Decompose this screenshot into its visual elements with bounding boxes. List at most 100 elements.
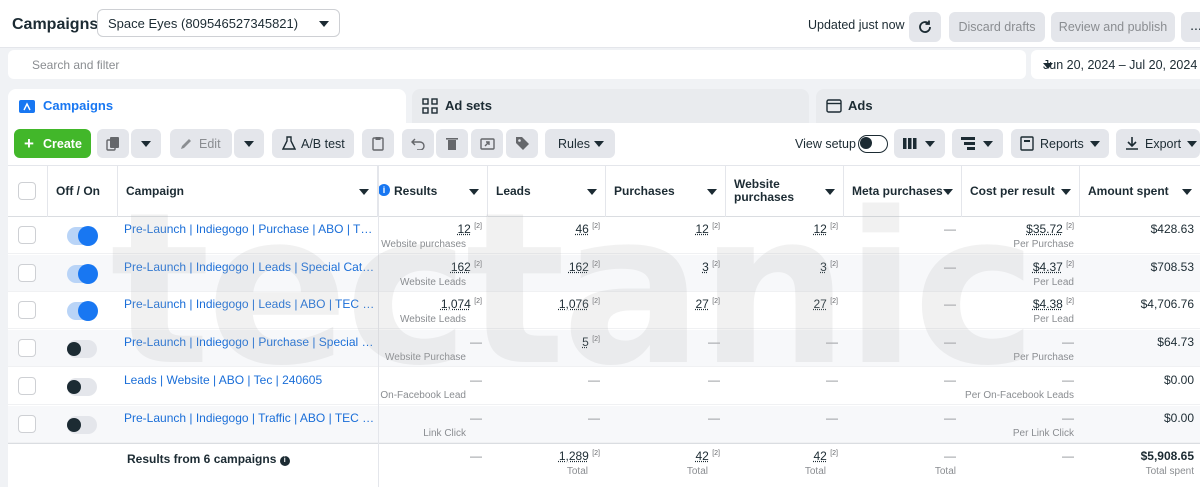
col-amount-spent[interactable]: Amount spent (1080, 166, 1200, 217)
create-button[interactable]: + Create (14, 129, 91, 158)
ab-test-button[interactable]: A/B test (272, 129, 354, 158)
date-range-picker[interactable]: Jun 20, 2024 – Jul 20, 2024 (1031, 50, 1200, 79)
table-row[interactable]: Leads | Website | ABO | Tec | 240605 — On-… (8, 368, 1200, 405)
col-purchases[interactable]: Purchases (606, 166, 726, 217)
flask-icon (282, 136, 296, 150)
campaign-name-link[interactable]: Pre-Launch | Indiegogo | Leads | ABO | T… (124, 297, 376, 311)
col-leads[interactable]: Leads (488, 166, 606, 217)
col-website-purchases[interactable]: Website purchases (726, 166, 844, 217)
campaign-toggle[interactable] (67, 263, 98, 284)
duplicate-button[interactable] (97, 129, 129, 158)
campaign-toggle[interactable] (67, 340, 97, 359)
cell-results-sub: On-Facebook Lead (380, 389, 466, 401)
cell-meta-purchases: — (944, 335, 956, 350)
table-row[interactable]: Pre-Launch | Indiegogo | Purchase | ABO … (8, 217, 1200, 254)
row-checkbox[interactable] (18, 414, 36, 433)
account-name: Space Eyes (809546527345821) (108, 16, 299, 31)
campaign-name-link[interactable]: Pre-Launch | Indiegogo | Leads | Special… (124, 260, 376, 274)
sort-icon (825, 189, 835, 195)
undo-button[interactable] (402, 129, 434, 158)
discard-drafts-button[interactable]: Discard drafts (949, 12, 1045, 42)
export-preview-button[interactable] (471, 129, 503, 158)
chevron-down-icon (1090, 141, 1100, 147)
row-checkbox[interactable] (18, 339, 36, 358)
cell-purchases: — (708, 372, 720, 387)
rules-button[interactable]: Rules (545, 129, 615, 158)
tab-label: Campaigns (43, 98, 114, 113)
cell-results-sub: Website purchases (381, 239, 466, 250)
more-options-button[interactable]: ... (1181, 12, 1200, 42)
info-icon[interactable]: i (378, 184, 390, 196)
col-meta-purchases[interactable]: Meta purchases (844, 166, 962, 217)
info-icon[interactable]: i (279, 456, 290, 466)
tab-ad-sets[interactable]: Ad sets (412, 89, 809, 123)
totals-row: Results from 6 campaigns i — 1,289 [2] T… (8, 443, 1200, 487)
toggle-knob (67, 342, 81, 357)
cell-results-sub: Link Click (423, 427, 466, 439)
frozen-column-divider (378, 166, 379, 487)
duplicate-dropdown[interactable] (131, 129, 161, 158)
delete-button[interactable] (436, 129, 468, 158)
cell-website-purchases: — (826, 335, 838, 350)
export-button[interactable]: Export (1116, 129, 1200, 158)
campaign-name-link[interactable]: Pre-Launch | Indiegogo | Purchase | Spec… (124, 335, 376, 349)
breakdown-button[interactable] (952, 129, 1003, 158)
tab-campaigns[interactable]: Campaigns (8, 89, 406, 123)
col-results[interactable]: i Results (378, 166, 488, 217)
cell-cost-sub: Per Purchase (1013, 352, 1074, 364)
chevron-down-icon (1043, 63, 1053, 69)
toggle-knob (860, 137, 872, 149)
row-checkbox[interactable] (18, 301, 36, 320)
edit-dropdown[interactable] (234, 129, 264, 158)
update-status: Updated just now (808, 18, 905, 32)
chevron-down-icon (244, 141, 254, 147)
col-off-on[interactable]: Off / On (48, 166, 118, 217)
toolbar: + Create Edit A/B test Rules View setup (8, 123, 1200, 165)
row-checkbox[interactable] (18, 376, 36, 395)
date-range-label: Jun 20, 2024 – Jul 20, 2024 (1043, 58, 1198, 72)
toggle-knob (78, 263, 98, 284)
sort-icon (943, 189, 953, 195)
select-all-checkbox[interactable] (18, 182, 36, 200)
total-amount-spent-sub: Total spent (1145, 466, 1194, 477)
edit-button[interactable]: Edit (170, 129, 232, 158)
campaigns-table: Off / On Campaign i Results Leads Purcha… (8, 165, 1200, 487)
table-row[interactable]: Pre-Launch | Indiegogo | Traffic | ABO |… (8, 405, 1200, 443)
sort-icon (359, 189, 369, 195)
plus-icon: + (24, 134, 34, 153)
table-row[interactable]: Pre-Launch | Indiegogo | Leads | Special… (8, 254, 1200, 292)
campaign-toggle[interactable] (67, 301, 98, 322)
campaign-name-link[interactable]: Leads | Website | ABO | Tec | 240605 (124, 373, 376, 387)
notes-button[interactable] (362, 129, 394, 158)
totals-label: Results from 6 campaigns i (127, 452, 290, 466)
campaign-toggle[interactable] (67, 377, 97, 396)
campaign-name-link[interactable]: Pre-Launch | Indiegogo | Purchase | ABO … (124, 222, 376, 236)
campaign-toggle[interactable] (67, 226, 98, 246)
tab-label: Ads (848, 98, 873, 113)
cell-results-sub: Website Leads (400, 314, 466, 326)
table-header: Off / On Campaign i Results Leads Purcha… (8, 166, 1200, 217)
campaign-toggle[interactable] (67, 415, 97, 434)
col-cost-per-result[interactable]: Cost per result (962, 166, 1080, 217)
view-setup-toggle[interactable] (858, 135, 888, 153)
reports-button[interactable]: Reports (1011, 129, 1109, 158)
refresh-button[interactable] (909, 12, 941, 42)
review-publish-button[interactable]: Review and publish (1051, 12, 1175, 42)
cell-cost-per-result: $35.72 [2] (1026, 222, 1074, 236)
search-input[interactable]: Search and filter (32, 58, 119, 72)
share-icon (480, 138, 495, 150)
campaign-name-link[interactable]: Pre-Launch | Indiegogo | Traffic | ABO |… (124, 411, 376, 425)
cell-amount-spent: $0.00 (1163, 372, 1194, 387)
col-campaign[interactable]: Campaign (118, 166, 378, 217)
row-checkbox[interactable] (18, 263, 36, 282)
tag-icon (516, 137, 529, 150)
row-checkbox[interactable] (18, 226, 36, 244)
tag-button[interactable] (506, 129, 538, 158)
total-meta-purchases: — (944, 449, 956, 463)
tab-ads[interactable]: Ads (816, 89, 1200, 123)
table-row[interactable]: Pre-Launch | Indiegogo | Purchase | Spec… (8, 330, 1200, 368)
account-selector[interactable]: Space Eyes (809546527345821) (97, 9, 340, 37)
search-filter-bar[interactable]: Search and filter (8, 50, 1026, 79)
table-row[interactable]: Pre-Launch | Indiegogo | Leads | ABO | T… (8, 292, 1200, 330)
columns-button[interactable] (894, 129, 945, 158)
